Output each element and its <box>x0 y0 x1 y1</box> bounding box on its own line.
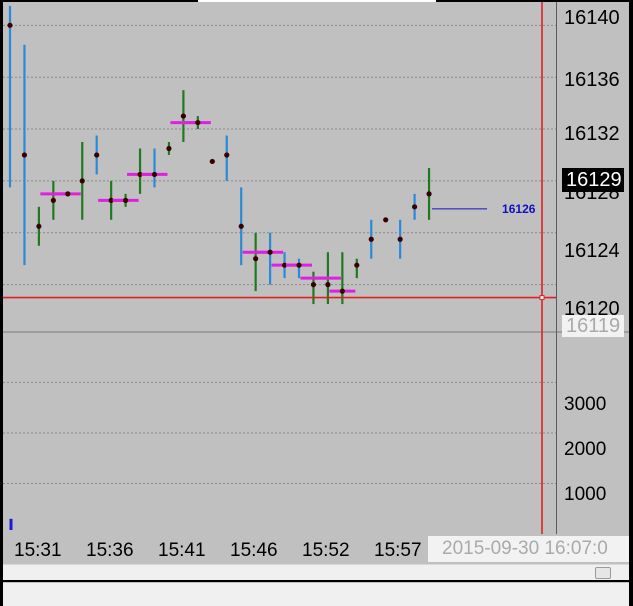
time-axis-label-1541: 15:41 <box>158 540 206 561</box>
close-marker <box>180 113 186 119</box>
close-marker <box>65 191 71 197</box>
price-line-label: 16126 <box>502 202 536 216</box>
close-marker <box>296 262 302 268</box>
close-marker <box>354 262 360 268</box>
time-axis-label-1552: 15:52 <box>302 540 350 561</box>
close-marker <box>195 119 201 126</box>
time-axis-label-1546: 15:46 <box>230 540 278 561</box>
price-axis-label-16140: 16140 <box>564 7 620 29</box>
close-marker <box>426 191 432 197</box>
close-marker <box>253 256 259 262</box>
crosshair-time-badge: 2015-09-30 16:07:0 <box>428 536 629 562</box>
close-marker <box>94 152 100 158</box>
price-axis-label-16124: 16124 <box>564 240 620 262</box>
time-axis-label-1531: 15:31 <box>14 540 62 561</box>
scrollbar-thumb[interactable] <box>595 567 611 579</box>
close-marker <box>267 249 273 255</box>
close-marker <box>238 223 244 229</box>
horizontal-scrollbar[interactable] <box>3 564 629 580</box>
volume-axis-label-3000: 3000 <box>564 394 607 415</box>
close-marker <box>123 197 129 203</box>
volume-axis-label-2000: 2000 <box>564 439 607 460</box>
crosshair-price-badge: 16119 <box>562 315 624 337</box>
volume-axis-label-1000: 1000 <box>564 484 607 505</box>
crosshair-center <box>539 295 545 301</box>
close-marker <box>36 223 42 229</box>
close-marker <box>166 145 172 152</box>
close-marker <box>383 217 389 223</box>
time-axis-label-1557: 15:57 <box>374 540 422 561</box>
close-marker <box>412 204 418 210</box>
time-axis-label-1536: 15:36 <box>86 540 134 561</box>
close-marker <box>7 22 13 28</box>
time-axis: 15:31 15:36 15:41 15:46 15:52 15:57 2015… <box>3 534 629 564</box>
close-marker <box>50 197 56 203</box>
chart-plot-area[interactable]: 16126 16140 16136 16132 16128 16124 1612… <box>3 2 629 534</box>
close-marker <box>368 236 374 242</box>
close-marker <box>224 152 230 158</box>
close-marker <box>151 171 158 178</box>
price-axis-label-16136: 16136 <box>564 69 620 91</box>
close-marker <box>325 282 331 288</box>
last-price-badge: 16129 <box>562 168 624 192</box>
price-chart-canvas[interactable]: 16126 <box>3 2 629 534</box>
close-marker <box>79 178 85 184</box>
price-axis-label-16132: 16132 <box>564 123 620 145</box>
close-marker <box>397 236 403 242</box>
status-bar <box>3 582 629 606</box>
close-marker <box>310 282 317 288</box>
close-marker <box>21 152 28 158</box>
close-marker <box>339 288 345 294</box>
close-marker <box>209 158 215 165</box>
